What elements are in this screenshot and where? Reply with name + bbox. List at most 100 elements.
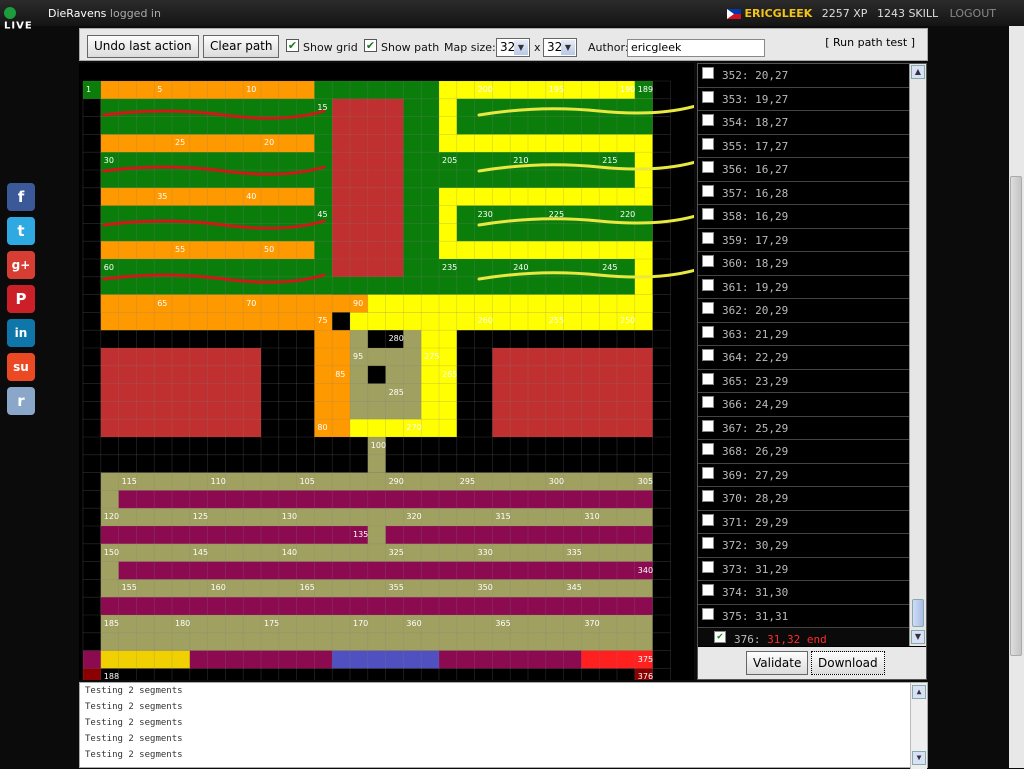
log-line: Testing 2 segments: [85, 686, 183, 696]
path-step-checkbox[interactable]: [702, 114, 714, 126]
path-step-checkbox[interactable]: [702, 208, 714, 220]
path-step-checkbox[interactable]: [702, 584, 714, 596]
path-step-checkbox[interactable]: [702, 255, 714, 267]
path-step-checkbox[interactable]: [702, 466, 714, 479]
path-step-checkbox[interactable]: [702, 90, 714, 103]
map-step-label: 350: [477, 583, 493, 593]
path-step-row[interactable]: 363: 21,29: [698, 323, 909, 346]
path-step-checkbox[interactable]: [702, 184, 714, 197]
path-step-row[interactable]: 368: 26,29: [698, 440, 909, 464]
path-step-checkbox[interactable]: [702, 607, 714, 620]
path-step-checkbox[interactable]: [702, 302, 714, 314]
map-grid[interactable]: 1 5 10 15 25 20 30 35 40 45 55 50 60 65 70 75 90 80 85 95 10…: [79, 63, 701, 704]
path-step-row[interactable]: 366: 24,29: [698, 393, 909, 417]
path-step-checkbox[interactable]: [702, 560, 714, 573]
editor-toolbar: Undo last action Clear path ✔ Show grid …: [79, 28, 928, 61]
path-step-checkbox[interactable]: [702, 396, 714, 408]
map-hole: [367, 365, 386, 384]
twitter-icon[interactable]: t: [7, 217, 35, 245]
page-scrollbar[interactable]: [1009, 26, 1024, 768]
scroll-thumb[interactable]: [912, 599, 924, 627]
user-name[interactable]: ERICGLEEK: [745, 7, 813, 20]
map-step-label: 325: [388, 547, 404, 557]
log-scrollbar[interactable]: ▲ ▼: [910, 683, 927, 769]
skill-count: 1243 SKILL: [876, 7, 939, 20]
map-step-label: 295: [459, 476, 476, 486]
undo-button[interactable]: Undo last action: [87, 35, 199, 58]
page-scroll-thumb[interactable]: [1010, 176, 1022, 656]
path-step-row[interactable]: 367: 25,29: [698, 417, 909, 440]
path-step-checkbox[interactable]: [702, 372, 714, 385]
map-step-label: 105: [299, 476, 315, 486]
path-step-row[interactable]: 359: 17,29: [698, 229, 909, 252]
path-step-row[interactable]: 369: 27,29: [698, 464, 909, 487]
map-step-label: 270: [406, 423, 422, 433]
path-step-row[interactable]: 356: 16,27: [698, 158, 909, 182]
path-step-row[interactable]: 362: 20,29: [698, 299, 909, 323]
path-step-checkbox[interactable]: [702, 231, 714, 244]
path-step-checkbox[interactable]: [702, 67, 714, 79]
path-step-row[interactable]: 373: 31,29: [698, 558, 909, 581]
download-button[interactable]: Download: [811, 651, 885, 675]
xp-count: 2257 XP: [821, 7, 868, 20]
path-step-checkbox[interactable]: [702, 419, 714, 432]
path-step-checkbox[interactable]: [702, 137, 714, 150]
google-plus-icon[interactable]: g+: [7, 251, 35, 279]
path-step-row[interactable]: 358: 16,29: [698, 205, 909, 229]
reddit-icon[interactable]: r: [7, 387, 35, 415]
pinterest-icon[interactable]: P: [7, 285, 35, 313]
scroll-up-icon[interactable]: ▲: [912, 685, 926, 699]
path-step-row[interactable]: 371: 29,29: [698, 511, 909, 534]
path-step-row[interactable]: 361: 19,29: [698, 276, 909, 299]
map-height-select[interactable]: 32 ▼: [543, 38, 577, 57]
path-step-text: 367: 25,29: [722, 421, 789, 435]
path-step-checkbox[interactable]: [702, 349, 714, 361]
path-step-row[interactable]: 365: 23,29: [698, 370, 909, 393]
path-step-checkbox[interactable]: [702, 278, 714, 291]
map-width-select[interactable]: 32 ▼: [496, 38, 530, 57]
stumbleupon-icon[interactable]: su: [7, 353, 35, 381]
path-step-row[interactable]: 357: 16,28: [698, 182, 909, 205]
path-step-row[interactable]: 372: 30,29: [698, 534, 909, 558]
path-step-checkbox[interactable]: [702, 513, 714, 526]
path-step-row[interactable]: 355: 17,27: [698, 135, 909, 158]
live-logo[interactable]: LIVE: [4, 6, 44, 32]
path-step-checkbox[interactable]: [702, 537, 714, 549]
hatched-block: [100, 650, 190, 669]
path-step-checkbox[interactable]: [702, 490, 714, 502]
path-step-row[interactable]: 353: 19,27: [698, 88, 909, 111]
logged-username[interactable]: DieRavens: [48, 7, 106, 20]
author-input[interactable]: ericgleek: [627, 39, 765, 57]
map-step-label: 70: [246, 298, 257, 308]
path-step-row[interactable]: 354: 18,27: [698, 111, 909, 135]
path-step-checkbox[interactable]: [702, 443, 714, 455]
path-step-row[interactable]: 375: 31,31: [698, 605, 909, 628]
path-step-row[interactable]: 352: 20,27: [698, 64, 909, 88]
map-step-label: 160: [210, 583, 226, 593]
path-step-row[interactable]: 370: 28,29: [698, 487, 909, 511]
live-logo-icon: [4, 7, 16, 19]
log-line: Testing 2 segments: [85, 702, 183, 712]
map-step-label: 315: [495, 512, 511, 522]
validate-button[interactable]: Validate: [746, 651, 809, 675]
linkedin-icon[interactable]: in: [7, 319, 35, 347]
path-end-checkbox[interactable]: ✔: [714, 631, 726, 643]
map-step-label: 110: [210, 476, 226, 486]
clear-path-button[interactable]: Clear path: [203, 35, 280, 58]
show-grid-checkbox[interactable]: ✔: [286, 39, 299, 52]
path-step-row[interactable]: 360: 18,29: [698, 252, 909, 276]
path-step-checkbox[interactable]: [702, 161, 714, 173]
show-path-checkbox[interactable]: ✔: [364, 39, 377, 52]
path-step-row[interactable]: 374: 31,30: [698, 581, 909, 605]
path-list-scrollbar[interactable]: ▲ ▼: [909, 64, 926, 646]
map-height-value: 32: [547, 40, 563, 54]
run-path-test-link[interactable]: [ Run path test ]: [825, 36, 915, 49]
facebook-icon[interactable]: f: [7, 183, 35, 211]
logout-link[interactable]: LOGOUT: [950, 7, 996, 20]
path-step-row[interactable]: 364: 22,29: [698, 346, 909, 370]
scroll-up-icon[interactable]: ▲: [911, 65, 925, 79]
path-step-row-end[interactable]: ✔ 376: 31,32 end: [698, 628, 909, 646]
path-step-checkbox[interactable]: [702, 325, 714, 338]
scroll-down-icon[interactable]: ▼: [912, 751, 926, 765]
scroll-down-icon[interactable]: ▼: [911, 630, 925, 644]
